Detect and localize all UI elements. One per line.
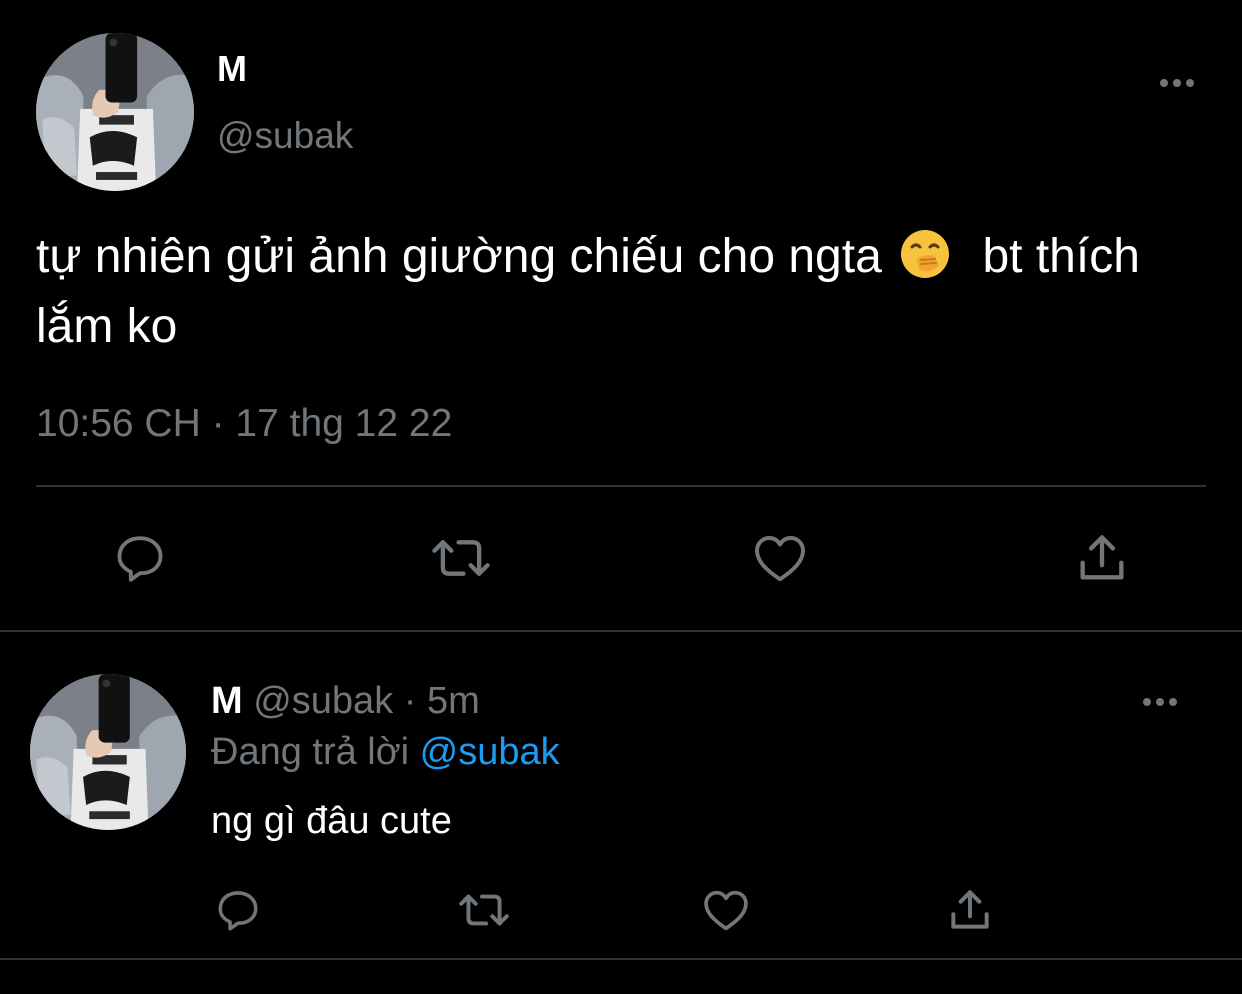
separator-dot: · — [403, 680, 417, 722]
like-icon[interactable] — [698, 882, 754, 938]
reply-header: M @subak · 5m — [211, 680, 480, 723]
share-icon[interactable] — [1070, 526, 1134, 590]
replying-to-line: Đang trả lời @subak — [211, 731, 560, 774]
reply-handle[interactable]: @subak — [253, 680, 393, 722]
more-options-icon[interactable] — [1160, 78, 1200, 88]
reply-icon[interactable] — [108, 526, 172, 590]
hand-over-mouth-emoji — [899, 228, 951, 280]
retweet-icon[interactable] — [425, 526, 497, 590]
bottom-divider — [0, 958, 1242, 960]
tweet-timestamp[interactable]: 10:56 CH · 17 thg 12 22 — [36, 402, 452, 446]
more-options-icon[interactable] — [1143, 697, 1181, 707]
reply-author-avatar[interactable] — [30, 674, 186, 830]
reply-text: ng gì đâu cute — [211, 800, 452, 842]
section-divider — [0, 630, 1242, 632]
divider — [36, 485, 1206, 487]
replying-to-mention[interactable]: @subak — [420, 731, 560, 773]
tweet-text: tự nhiên gửi ảnh giường chiếu cho ngta b… — [36, 222, 1206, 362]
retweet-icon[interactable] — [452, 882, 516, 938]
author-display-name[interactable]: M — [217, 48, 247, 90]
like-icon[interactable] — [748, 526, 812, 590]
replying-to-prefix: Đang trả lời — [211, 731, 410, 773]
author-avatar[interactable] — [36, 33, 194, 191]
author-handle[interactable]: @subak — [217, 115, 353, 157]
tweet-text-part-1: tự nhiên gửi ảnh giường chiếu cho ngta — [36, 230, 882, 283]
reply-display-name[interactable]: M — [211, 680, 243, 722]
reply-age[interactable]: 5m — [427, 680, 480, 722]
reply-icon[interactable] — [210, 882, 266, 938]
share-icon[interactable] — [942, 882, 998, 938]
